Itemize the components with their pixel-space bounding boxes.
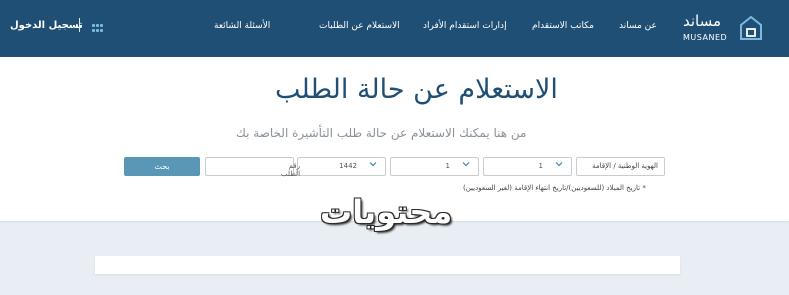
nav-divider: [79, 18, 80, 32]
search-button[interactable]: بحث: [124, 157, 200, 176]
page-subtitle: من هنا يمكنك الاستعلام عن حالة طلب التأش…: [236, 126, 527, 140]
login-link[interactable]: تسجيل الدخول: [10, 20, 83, 31]
nav-link-about[interactable]: عن مساند: [619, 21, 657, 31]
chevron-down-icon: [462, 160, 470, 168]
chevron-down-icon: [369, 160, 377, 168]
nav-link-individual-recruitment[interactable]: إدارات استقدام الأفراد: [423, 21, 507, 31]
month-select[interactable]: 1: [390, 157, 479, 176]
year-value: 1442: [339, 162, 357, 170]
logo-text-arabic: مساند: [683, 12, 722, 30]
nav-link-faq[interactable]: الأسئلة الشائعة: [214, 21, 270, 31]
content-card: [95, 256, 680, 274]
apps-grid-icon[interactable]: [92, 24, 103, 32]
nav-link-recruitment-offices[interactable]: مكاتب الاستقدام: [532, 21, 594, 31]
id-type-label: الهوية الوطنية / الإقامة: [592, 162, 658, 170]
chevron-down-icon: [555, 160, 563, 168]
page-title: الاستعلام عن حالة الطلب: [275, 74, 558, 105]
year-select[interactable]: 1442: [297, 157, 386, 176]
day-select[interactable]: 1: [483, 157, 572, 176]
request-number-placeholder: رقم الطلب: [281, 162, 301, 178]
top-navbar: تسجيل الدخول الأسئلة الشائعة الاستعلام ع…: [0, 0, 789, 57]
logo-house-icon: [740, 15, 762, 40]
nav-link-requests-inquiry[interactable]: الاستعلام عن الطلبات: [319, 21, 400, 31]
request-number-input[interactable]: رقم الطلب: [205, 157, 300, 178]
musaned-logo[interactable]: مساند MUSANED: [683, 12, 778, 44]
birthdate-note: * تاريخ الميلاد (للسعوديين)/تاريخ انتهاء…: [463, 184, 646, 192]
id-type-field[interactable]: الهوية الوطنية / الإقامة: [576, 157, 665, 176]
watermark-text: محتويات: [320, 193, 453, 231]
day-value: 1: [538, 162, 543, 170]
logo-text-english: MUSANED: [683, 33, 728, 42]
month-value: 1: [445, 162, 450, 170]
